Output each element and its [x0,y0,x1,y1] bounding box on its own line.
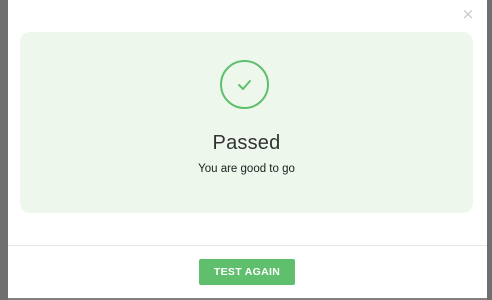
status-message: You are good to go [198,163,295,175]
close-icon[interactable]: × [461,6,475,22]
backdrop-edge-left [0,0,8,300]
result-modal: × Passed You are good to go TEST AGAIN [8,0,487,298]
footer-divider [8,245,487,246]
status-title: Passed [212,132,281,154]
success-circle [220,60,269,109]
test-again-button[interactable]: TEST AGAIN [199,259,295,285]
backdrop-edge-right [487,0,492,300]
checkmark-icon [238,80,251,90]
result-panel: Passed You are good to go [20,32,473,213]
